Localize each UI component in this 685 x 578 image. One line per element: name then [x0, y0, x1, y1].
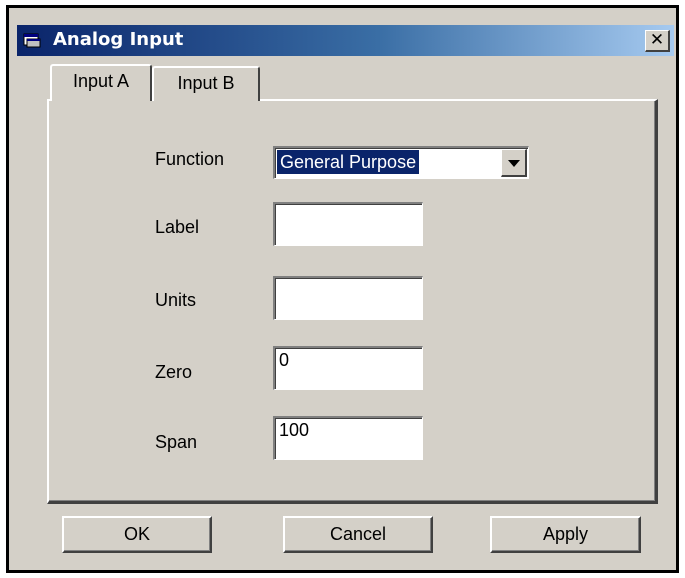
ok-button[interactable]: OK — [62, 516, 212, 553]
cancel-button[interactable]: Cancel — [283, 516, 433, 553]
span-input[interactable]: 100 — [273, 416, 423, 460]
title-bar[interactable]: Analog Input ✕ — [17, 25, 674, 56]
tab-input-b[interactable]: Input B — [152, 66, 260, 101]
units-label: Units — [155, 290, 197, 310]
window-app-icon — [23, 32, 41, 48]
close-button[interactable]: ✕ — [645, 30, 670, 52]
function-select-value: General Purpose — [277, 150, 420, 174]
tab-input-a-label: Input A — [72, 71, 130, 91]
units-input[interactable] — [273, 276, 423, 320]
tab-input-b-label: Input B — [177, 73, 235, 93]
apply-button[interactable]: Apply — [490, 516, 641, 553]
label-input[interactable] — [273, 202, 423, 246]
zero-input[interactable]: 0 — [273, 346, 423, 390]
tab-input-a[interactable]: Input A — [50, 64, 152, 101]
close-icon: ✕ — [649, 30, 665, 50]
label-field-label: Label — [155, 217, 200, 237]
span-label: Span — [155, 432, 198, 452]
zero-label: Zero — [155, 362, 193, 382]
chevron-down-icon[interactable] — [501, 149, 527, 177]
window-title: Analog Input — [53, 29, 184, 50]
function-select[interactable]: General Purpose — [273, 146, 529, 179]
function-label: Function — [155, 149, 225, 169]
